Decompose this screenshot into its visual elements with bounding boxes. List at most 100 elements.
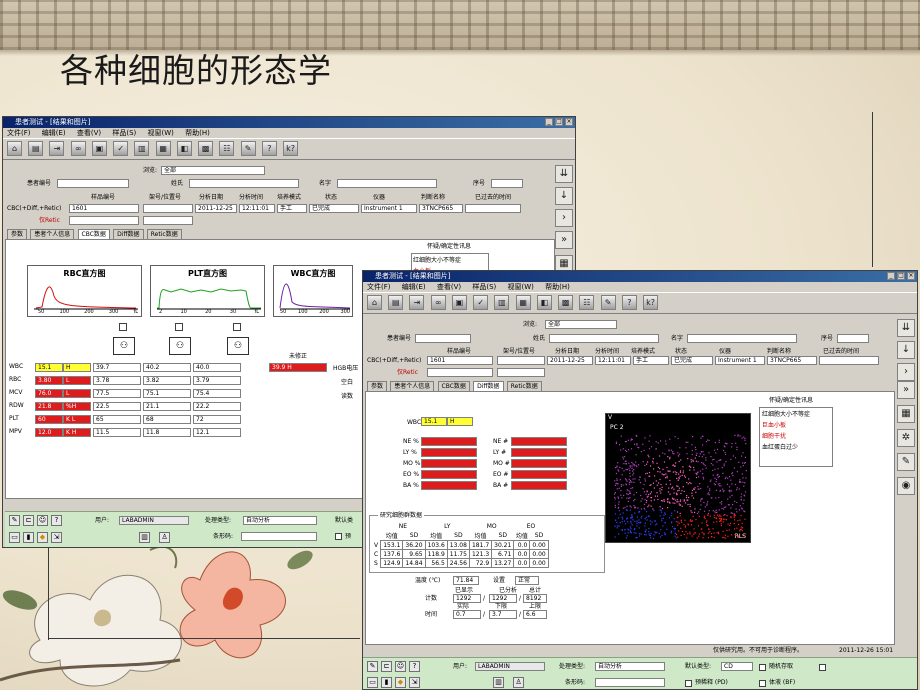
menu-help[interactable]: 帮助(H) <box>185 129 210 137</box>
next-record-button[interactable]: › <box>897 363 915 381</box>
context-help-icon[interactable]: k? <box>283 141 299 156</box>
menu-view[interactable]: 查看(V) <box>437 283 461 291</box>
maximize-button[interactable]: □ <box>897 272 905 280</box>
menu-file[interactable]: 文件(F) <box>7 129 31 137</box>
wrench-icon[interactable]: ✎ <box>9 515 20 526</box>
diamond-icon[interactable]: ◆ <box>37 532 48 543</box>
person-icon[interactable]: ♙ <box>513 677 524 688</box>
first-name-input[interactable] <box>687 334 797 343</box>
tab-patient[interactable]: 患者个人信息 <box>390 381 435 391</box>
default-type-select[interactable]: CD <box>721 662 753 671</box>
sample-icon[interactable]: ▭ <box>367 677 378 688</box>
validate-icon[interactable]: ✓ <box>473 295 489 310</box>
browse-select[interactable]: 全部 <box>161 166 265 175</box>
save-icon[interactable]: ▣ <box>451 295 467 310</box>
random-access-checkbox[interactable] <box>759 664 766 671</box>
back-window-titlebar[interactable]: 患者测试 - [结果和图片] _ □ × <box>3 117 575 128</box>
sample-icon[interactable]: ▭ <box>9 532 20 543</box>
grid-icon[interactable]: ▦ <box>897 405 915 423</box>
help-icon[interactable]: ? <box>409 661 420 672</box>
first-record-button[interactable]: ⇊ <box>897 319 915 337</box>
seq-input[interactable] <box>837 334 869 343</box>
validate-icon[interactable]: ✓ <box>113 141 129 156</box>
menu-sample[interactable]: 样品(S) <box>472 283 496 291</box>
last-record-button[interactable]: » <box>555 231 573 249</box>
tab-params[interactable]: 参数 <box>7 229 28 239</box>
tab-diff[interactable]: Diff数据 <box>113 229 144 239</box>
last-record-button[interactable]: » <box>897 381 915 399</box>
print-icon[interactable]: ▤ <box>388 295 404 310</box>
cube-icon[interactable]: ◧ <box>536 295 552 310</box>
tube-icon[interactable]: ▮ <box>381 677 392 688</box>
barcode-input[interactable] <box>595 678 665 687</box>
menu-edit[interactable]: 编辑(E) <box>402 283 426 291</box>
last-name-input[interactable] <box>549 334 659 343</box>
maximize-button[interactable]: □ <box>555 118 563 126</box>
first-name-input[interactable] <box>337 179 437 188</box>
process-type-select[interactable]: 自动分析 <box>243 516 317 525</box>
tab-retic[interactable]: Retic数据 <box>146 229 182 239</box>
prev-record-button[interactable]: ↓ <box>555 187 573 205</box>
seq-input[interactable] <box>491 179 523 188</box>
network-icon[interactable]: ⌂ <box>7 141 22 156</box>
tab-diff[interactable]: Diff数据 <box>473 381 504 391</box>
edit-record-icon[interactable]: ✎ <box>897 453 915 471</box>
clipboard-icon[interactable]: ▥ <box>494 295 510 310</box>
printer-icon[interactable]: ▦ <box>155 141 171 156</box>
prev-record-button[interactable]: ↓ <box>897 341 915 359</box>
tab-cbc[interactable]: CBC数据 <box>77 229 110 239</box>
close-button[interactable]: × <box>907 272 915 280</box>
tab-cbc[interactable]: CBC数据 <box>437 381 470 391</box>
report-icon[interactable]: ☷ <box>219 141 235 156</box>
front-window-titlebar[interactable]: 患者测试 - [结果和图片] _ □ × <box>363 271 917 282</box>
next-record-button[interactable]: › <box>555 209 573 227</box>
qc-chart-icon[interactable]: ▩ <box>198 141 214 156</box>
person-icon[interactable]: ♙ <box>159 532 170 543</box>
cube-icon[interactable]: ◧ <box>176 141 192 156</box>
context-help-icon[interactable]: k? <box>643 295 659 310</box>
tab-retic[interactable]: Retic数据 <box>506 381 542 391</box>
exit-icon[interactable]: ⇲ <box>409 677 420 688</box>
tab-params[interactable]: 参数 <box>367 381 388 391</box>
process-type-select[interactable]: 自动分析 <box>595 662 665 671</box>
menu-window[interactable]: 视窗(W) <box>148 129 174 137</box>
body-fluid-checkbox[interactable] <box>759 680 766 687</box>
tab-patient[interactable]: 患者个人信息 <box>30 229 75 239</box>
menu-edit[interactable]: 编辑(E) <box>42 129 66 137</box>
last-name-input[interactable] <box>189 179 299 188</box>
menu-window[interactable]: 视窗(W) <box>508 283 534 291</box>
minimize-button[interactable]: _ <box>887 272 895 280</box>
barcode-icon[interactable]: ▥ <box>493 677 504 688</box>
import-icon[interactable]: ⇥ <box>409 295 425 310</box>
patient-no-input[interactable] <box>57 179 129 188</box>
checkbox[interactable] <box>119 323 127 331</box>
edit-icon[interactable]: ✎ <box>240 141 256 156</box>
checkbox[interactable] <box>819 664 826 671</box>
help-icon[interactable]: ? <box>621 295 637 310</box>
patient-no-input[interactable] <box>415 334 471 343</box>
barcode-input[interactable] <box>241 532 317 541</box>
import-icon[interactable]: ⇥ <box>49 141 65 156</box>
predilute-checkbox[interactable] <box>335 533 342 540</box>
edit-icon[interactable]: ✎ <box>600 295 616 310</box>
print-icon[interactable]: ▤ <box>28 141 44 156</box>
tube-icon[interactable]: ▮ <box>23 532 34 543</box>
binoculars-icon[interactable]: ∞ <box>430 295 446 310</box>
first-record-button[interactable]: ⇊ <box>555 165 573 183</box>
bed-icon[interactable]: ⊏ <box>23 515 34 526</box>
user-icon[interactable]: ☺ <box>395 661 406 672</box>
predilute-checkbox[interactable] <box>685 680 692 687</box>
user-icon[interactable]: ☺ <box>37 515 48 526</box>
exit-icon[interactable]: ⇲ <box>51 532 62 543</box>
barcode-icon[interactable]: ▥ <box>139 532 150 543</box>
binoculars-icon[interactable]: ∞ <box>70 141 86 156</box>
qc-chart-icon[interactable]: ▩ <box>558 295 574 310</box>
diamond-icon[interactable]: ◆ <box>395 677 406 688</box>
network-icon[interactable]: ⌂ <box>367 295 382 310</box>
molecule-icon[interactable]: ✲ <box>897 429 915 447</box>
checkbox[interactable] <box>175 323 183 331</box>
help-icon[interactable]: ? <box>51 515 62 526</box>
report-icon[interactable]: ☷ <box>579 295 595 310</box>
browse-select[interactable]: 全部 <box>545 320 617 329</box>
lock-icon[interactable]: ◉ <box>897 477 915 495</box>
